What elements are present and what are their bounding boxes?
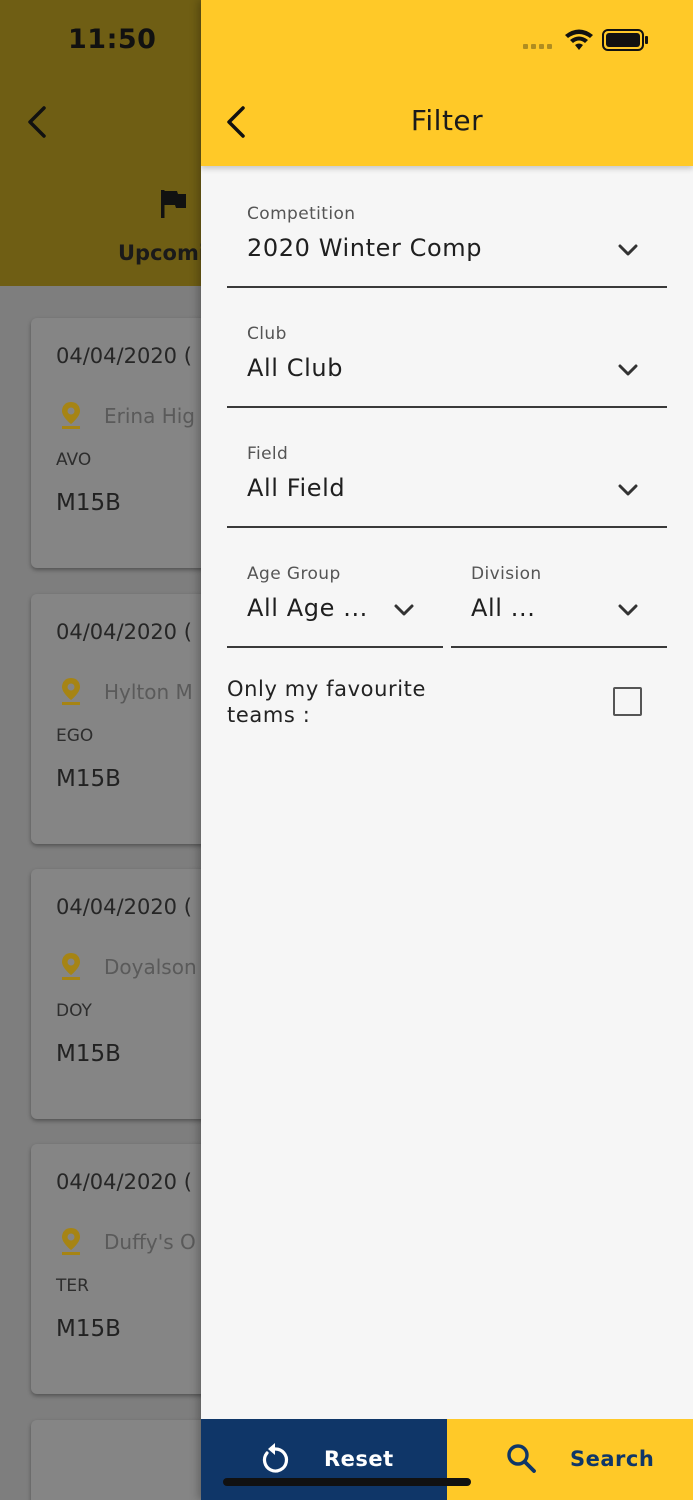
competition-value: 2020 Winter Comp [247, 234, 483, 262]
match-team: TER [56, 1276, 89, 1296]
status-icons [523, 29, 648, 51]
match-date: 04/04/2020 ( [56, 1170, 192, 1194]
match-venue: Hylton M [104, 680, 193, 704]
location-pin-icon [62, 953, 80, 980]
match-date: 04/04/2020 ( [56, 895, 192, 919]
reset-label: Reset [324, 1447, 394, 1471]
chevron-down-icon [618, 244, 638, 256]
competition-dropdown[interactable]: Competition 2020 Winter Comp [227, 168, 667, 288]
age-group-value: All Age ... [247, 594, 368, 622]
match-team: AVO [56, 450, 92, 470]
match-date: 04/04/2020 ( [56, 620, 192, 644]
home-indicator [223, 1478, 471, 1486]
back-icon [28, 106, 46, 138]
match-division: M15B [56, 490, 121, 516]
match-venue: Doyalson [104, 955, 197, 979]
status-time: 11:50 [68, 24, 157, 55]
flag-icon [161, 190, 186, 218]
filter-drawer: Filter Competition 2020 Winter Comp Club… [201, 0, 693, 1500]
club-dropdown[interactable]: Club All Club [227, 288, 667, 408]
search-icon [507, 1444, 536, 1473]
tab-upcoming: Upcomi [118, 241, 207, 265]
location-pin-icon [62, 678, 80, 705]
location-pin-icon [62, 402, 80, 429]
division-value: All ... [471, 594, 536, 622]
chevron-down-icon [394, 604, 414, 616]
field-value: All Field [247, 474, 346, 502]
search-button[interactable]: Search [447, 1419, 693, 1500]
search-label: Search [570, 1447, 655, 1471]
favourite-teams-label: Only my favourite teams : [227, 677, 427, 727]
match-venue: Erina Hig [104, 404, 195, 428]
chevron-down-icon [618, 364, 638, 376]
club-value: All Club [247, 354, 344, 382]
chevron-down-icon [618, 484, 638, 496]
reset-icon [262, 1443, 289, 1473]
match-team: DOY [56, 1001, 92, 1021]
division-dropdown[interactable]: Division All ... [451, 528, 667, 648]
wifi-icon [565, 29, 593, 50]
match-venue: Duffy's O [104, 1230, 196, 1254]
page-title: Filter [410, 104, 484, 137]
club-label: Club [247, 324, 287, 344]
competition-label: Competition [247, 204, 356, 224]
match-division: M15B [56, 766, 121, 792]
filter-header: Filter [201, 0, 693, 166]
battery-icon [602, 29, 648, 51]
favourite-teams-checkbox[interactable] [613, 687, 642, 716]
signal-icon [523, 44, 552, 49]
chevron-down-icon [618, 604, 638, 616]
match-division: M15B [56, 1041, 121, 1067]
match-date: 04/04/2020 ( [56, 344, 192, 368]
field-dropdown[interactable]: Field All Field [227, 408, 667, 528]
age-group-dropdown[interactable]: Age Group All Age ... [227, 528, 443, 648]
age-group-label: Age Group [247, 564, 341, 584]
division-label: Division [471, 564, 542, 584]
match-team: EGO [56, 726, 94, 746]
field-label: Field [247, 444, 289, 464]
location-pin-icon [62, 1228, 80, 1255]
reset-button[interactable]: Reset [201, 1419, 447, 1500]
match-division: M15B [56, 1316, 121, 1342]
